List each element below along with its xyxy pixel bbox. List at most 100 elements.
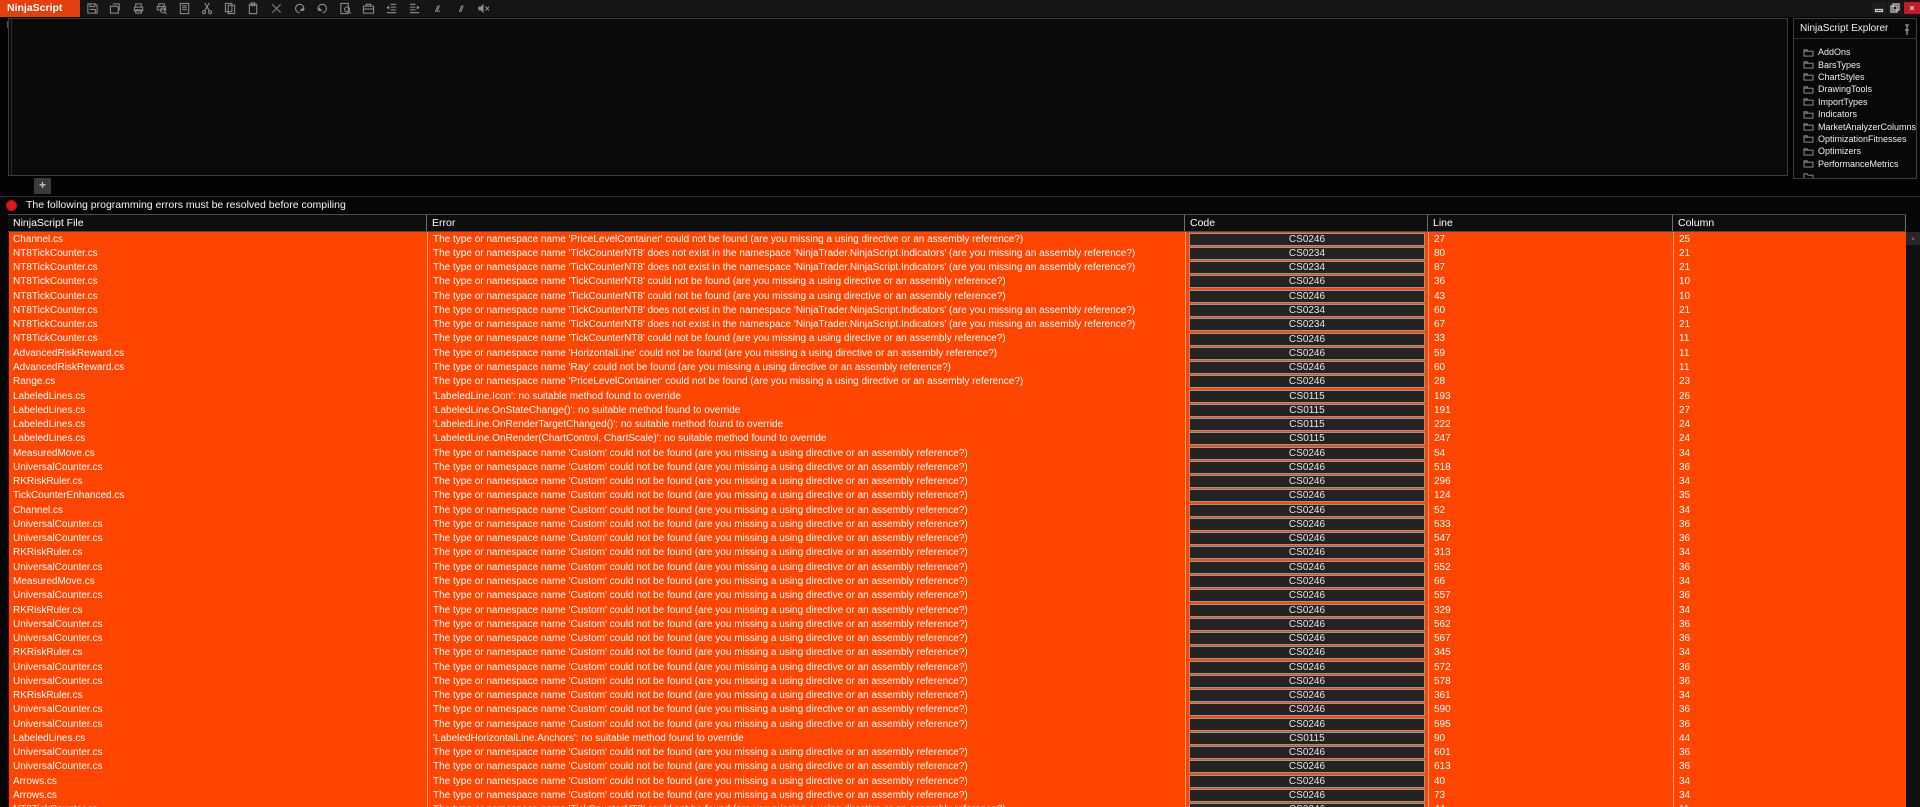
explorer-folder-item[interactable]: ImportTypes xyxy=(1794,96,1916,108)
close-button[interactable]: ✕ xyxy=(1904,2,1920,14)
error-code-badge: CS0246 xyxy=(1189,689,1425,703)
error-row[interactable]: UniversalCounter.cs The type or namespac… xyxy=(9,531,1907,546)
error-row[interactable]: Range.cs The type or namespace name 'Pri… xyxy=(9,374,1907,389)
error-row[interactable]: LabeledLines.cs 'LabeledLine.Icon': no s… xyxy=(9,388,1907,404)
error-row[interactable]: NT8TickCounter.cs The type or namespace … xyxy=(9,303,1907,318)
error-row[interactable]: RKRiskRuler.cs The type or namespace nam… xyxy=(9,545,1907,561)
error-row[interactable]: Arrows.cs The type or namespace name 'Cu… xyxy=(9,774,1907,789)
error-row[interactable]: NT8TickCounter.cs The type or namespace … xyxy=(9,802,1907,807)
column-header-column[interactable]: Column xyxy=(1673,215,1906,231)
delete-icon[interactable] xyxy=(270,2,283,15)
explorer-folder-item[interactable]: ChartStyles xyxy=(1794,71,1916,83)
mute-icon[interactable] xyxy=(477,2,490,15)
indent-icon[interactable] xyxy=(408,2,421,15)
error-row[interactable]: Arrows.cs The type or namespace name 'Cu… xyxy=(9,788,1907,803)
error-row[interactable]: UniversalCounter.cs The type or namespac… xyxy=(9,759,1907,775)
scroll-up-icon[interactable]: ▲ xyxy=(1906,232,1920,245)
explorer-folder-item[interactable]: MarketAnalyzerColumns xyxy=(1794,120,1916,132)
compile-icon[interactable] xyxy=(362,2,375,15)
explorer-folder-item[interactable]: PerformanceMetrics xyxy=(1794,158,1916,170)
error-row[interactable]: TickCounterEnhanced.cs The type or names… xyxy=(9,488,1907,504)
folder-icon xyxy=(1803,49,1814,57)
error-row[interactable]: UniversalCounter.cs The type or namespac… xyxy=(9,517,1907,532)
cell-line: 33 xyxy=(1429,331,1674,347)
comment-icon[interactable]: //. xyxy=(431,2,444,15)
column-header-code[interactable]: Code xyxy=(1185,215,1428,231)
error-row[interactable]: UniversalCounter.cs The type or namespac… xyxy=(9,588,1907,603)
outdent-icon[interactable] xyxy=(385,2,398,15)
cell-code: CS0246 xyxy=(1186,374,1429,389)
error-row[interactable]: UniversalCounter.cs The type or namespac… xyxy=(9,702,1907,718)
new-tab-button[interactable]: + xyxy=(34,178,51,194)
error-row[interactable]: NT8TickCounter.cs The type or namespace … xyxy=(9,331,1907,347)
window-title-tab[interactable]: NinjaScript Editor xyxy=(0,0,80,31)
error-row[interactable]: RKRiskRuler.cs The type or namespace nam… xyxy=(9,474,1907,489)
pin-icon[interactable] xyxy=(1902,23,1912,35)
cell-column: 34 xyxy=(1679,789,1691,801)
error-row[interactable]: LabeledLines.cs 'LabeledHorizontalLine.A… xyxy=(9,731,1907,746)
cell-line: 222 xyxy=(1429,417,1674,432)
error-row[interactable]: RKRiskRuler.cs The type or namespace nam… xyxy=(9,602,1907,618)
error-row[interactable]: AdvancedRiskReward.cs The type or namesp… xyxy=(9,360,1907,375)
error-row[interactable]: RKRiskRuler.cs The type or namespace nam… xyxy=(9,645,1907,660)
error-row[interactable]: LabeledLines.cs 'LabeledLine.OnStateChan… xyxy=(9,403,1907,418)
print-icon[interactable] xyxy=(132,2,145,15)
explorer-folder-item[interactable]: Indicators xyxy=(1794,108,1916,120)
copy-icon[interactable] xyxy=(224,2,237,15)
restore-button[interactable] xyxy=(1888,2,1902,14)
error-row[interactable]: UniversalCounter.cs The type or namespac… xyxy=(9,617,1907,632)
error-code-badge: CS0246 xyxy=(1189,703,1425,717)
cut-icon[interactable] xyxy=(201,2,214,15)
error-row[interactable]: NT8TickCounter.cs The type or namespace … xyxy=(9,317,1907,332)
save-as-icon[interactable] xyxy=(109,2,122,15)
error-row[interactable]: MeasuredMove.cs The type or namespace na… xyxy=(9,574,1907,589)
explorer-header: NinjaScript Explorer xyxy=(1794,19,1916,39)
error-row[interactable]: UniversalCounter.cs The type or namespac… xyxy=(9,745,1907,760)
save-icon[interactable] xyxy=(86,2,99,15)
error-row[interactable]: Channel.cs The type or namespace name 'C… xyxy=(9,503,1907,518)
paste-icon[interactable] xyxy=(247,2,260,15)
error-row[interactable]: UniversalCounter.cs The type or namespac… xyxy=(9,717,1907,732)
print-preview-icon[interactable] xyxy=(155,2,168,15)
error-row[interactable]: NT8TickCounter.cs The type or namespace … xyxy=(9,289,1907,304)
cell-column: 34 xyxy=(1679,547,1691,559)
grid-scrollbar[interactable]: ▲ xyxy=(1906,232,1920,807)
error-row[interactable]: RKRiskRuler.cs The type or namespace nam… xyxy=(9,688,1907,703)
explorer-folder-item[interactable]: DrawingTools xyxy=(1794,83,1916,95)
cell-line: 43 xyxy=(1429,289,1674,304)
column-header-error[interactable]: Error xyxy=(427,215,1185,231)
error-code-badge: CS0246 xyxy=(1189,774,1425,788)
uncomment-icon[interactable]: // xyxy=(454,2,467,15)
explorer-folder-item[interactable]: BarsTypes xyxy=(1794,58,1916,70)
template-icon[interactable] xyxy=(178,2,191,15)
error-row[interactable]: UniversalCounter.cs The type or namespac… xyxy=(9,659,1907,675)
column-header-ninjascript-file[interactable]: NinjaScript File xyxy=(8,215,427,231)
error-row[interactable]: Channel.cs The type or namespace name 'P… xyxy=(9,232,1907,247)
find-icon[interactable] xyxy=(339,2,352,15)
error-row[interactable]: NT8TickCounter.cs The type or namespace … xyxy=(9,274,1907,290)
error-code-badge: CS0115 xyxy=(1189,389,1425,403)
error-row[interactable]: NT8TickCounter.cs The type or namespace … xyxy=(9,260,1907,275)
error-row[interactable]: UniversalCounter.cs The type or namespac… xyxy=(9,674,1907,689)
error-row[interactable]: UniversalCounter.cs The type or namespac… xyxy=(9,631,1907,646)
code-editor-area[interactable] xyxy=(8,18,1788,176)
error-row[interactable]: NT8TickCounter.cs The type or namespace … xyxy=(9,246,1907,261)
error-row[interactable]: AdvancedRiskReward.cs The type or namesp… xyxy=(9,346,1907,361)
cell-code: CS0246 xyxy=(1186,560,1429,575)
error-row[interactable]: MeasuredMove.cs The type or namespace na… xyxy=(9,445,1907,461)
error-row[interactable]: LabeledLines.cs 'LabeledLine.OnRender(Ch… xyxy=(9,431,1907,446)
error-row[interactable]: LabeledLines.cs 'LabeledLine.OnRenderTar… xyxy=(9,417,1907,432)
error-row[interactable]: UniversalCounter.cs The type or namespac… xyxy=(9,560,1907,575)
explorer-folder-item[interactable]: Optimizers xyxy=(1794,145,1916,157)
cell-column: 11 xyxy=(1679,362,1690,374)
explorer-folder-item[interactable]: OptimizationFitnesses xyxy=(1794,133,1916,145)
minimize-button[interactable] xyxy=(1872,2,1886,14)
explorer-folder-item-partial[interactable] xyxy=(1794,170,1916,178)
error-code-badge: CS0234 xyxy=(1189,318,1425,332)
redo-icon[interactable] xyxy=(316,2,329,15)
undo-icon[interactable] xyxy=(293,2,306,15)
error-row[interactable]: UniversalCounter.cs The type or namespac… xyxy=(9,460,1907,475)
cell-line: 52 xyxy=(1429,503,1674,518)
explorer-folder-item[interactable]: AddOns xyxy=(1794,46,1916,58)
column-header-line[interactable]: Line xyxy=(1428,215,1673,231)
